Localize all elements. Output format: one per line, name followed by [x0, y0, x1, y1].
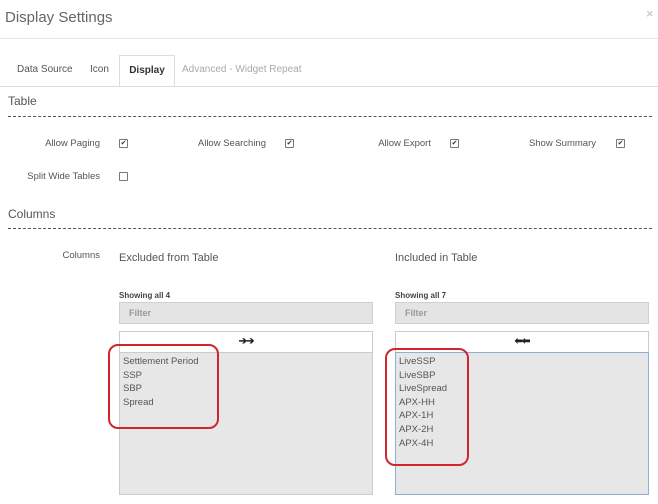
- included-filter-input[interactable]: [395, 302, 649, 324]
- tab-display-label: Display: [129, 65, 165, 76]
- tab-icon[interactable]: Icon: [90, 64, 109, 75]
- tab-bar-divider: [0, 86, 658, 87]
- columns-row-label: Columns: [62, 250, 101, 261]
- tab-data-source[interactable]: Data Source: [17, 64, 73, 75]
- split-wide-tables-checkbox[interactable]: [119, 172, 128, 181]
- list-item[interactable]: SBP: [123, 382, 372, 396]
- list-item[interactable]: LiveSBP: [399, 369, 648, 383]
- list-item[interactable]: APX-2H: [399, 423, 648, 437]
- header-divider: [0, 38, 658, 39]
- table-section-divider: [8, 116, 652, 117]
- list-item[interactable]: APX-HH: [399, 396, 648, 410]
- allow-export-label: Allow Export: [378, 138, 431, 149]
- excluded-filter-input[interactable]: [119, 302, 373, 324]
- columns-section-divider: [8, 228, 652, 229]
- list-item[interactable]: APX-1H: [399, 409, 648, 423]
- move-all-left-button[interactable]: ⬅⬅: [395, 331, 649, 353]
- allow-paging-checkbox[interactable]: ✔: [119, 139, 128, 148]
- allow-searching-checkbox[interactable]: ✔: [285, 139, 294, 148]
- move-all-right-button[interactable]: ➔➔: [119, 331, 373, 353]
- list-item[interactable]: LiveSpread: [399, 382, 648, 396]
- included-columns-list[interactable]: LiveSSP LiveSBP LiveSpread APX-HH APX-1H APX-…: [395, 352, 649, 495]
- split-wide-tables-label: Split Wide Tables: [27, 171, 100, 182]
- allow-paging-label: Allow Paging: [45, 138, 100, 149]
- columns-section-heading: Columns: [8, 207, 56, 221]
- list-item[interactable]: Settlement Period: [123, 355, 372, 369]
- excluded-heading: Excluded from Table: [119, 252, 219, 264]
- tab-advanced-widget-repeat[interactable]: Advanced - Widget Repeat: [182, 64, 302, 75]
- show-summary-label: Show Summary: [528, 138, 596, 149]
- allow-export-checkbox[interactable]: ✔: [450, 139, 459, 148]
- tab-display[interactable]: Display: [119, 55, 175, 87]
- excluded-columns-list[interactable]: Settlement Period SSP SBP Spread: [119, 352, 373, 495]
- show-summary-checkbox[interactable]: ✔: [616, 139, 625, 148]
- dialog-title: Display Settings: [5, 9, 113, 26]
- list-item[interactable]: SSP: [123, 369, 372, 383]
- close-icon[interactable]: ×: [646, 6, 654, 21]
- included-heading: Included in Table: [395, 252, 478, 264]
- excluded-showing-count: Showing all 4: [119, 291, 171, 300]
- included-showing-count: Showing all 7: [395, 291, 447, 300]
- list-item[interactable]: Spread: [123, 396, 372, 410]
- list-item[interactable]: APX-4H: [399, 437, 648, 451]
- allow-searching-label: Allow Searching: [197, 138, 266, 149]
- table-section-heading: Table: [8, 94, 37, 108]
- list-item[interactable]: LiveSSP: [399, 355, 648, 369]
